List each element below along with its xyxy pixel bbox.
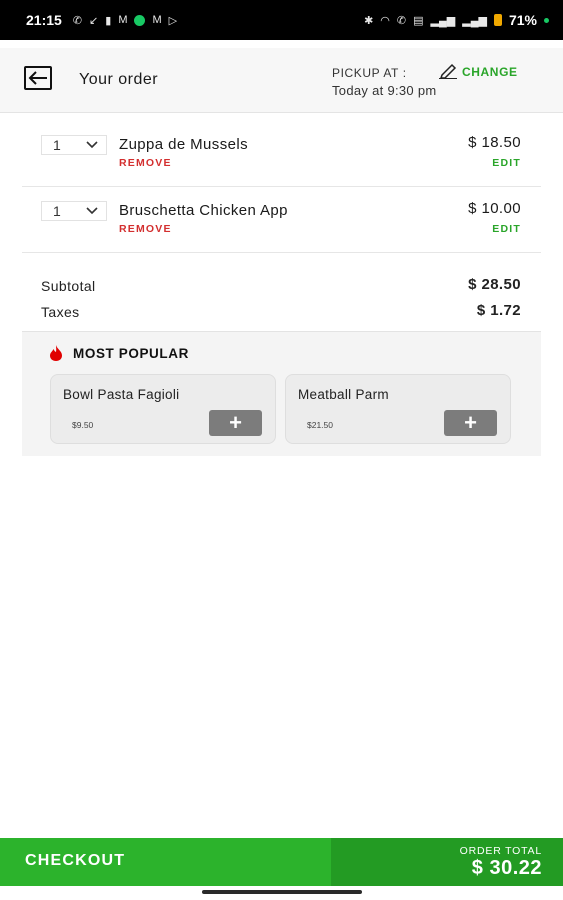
most-popular-header: MOST POPULAR xyxy=(48,344,189,362)
mail-icon: M xyxy=(152,14,162,26)
taxes-value: $ 1.72 xyxy=(476,302,521,319)
most-popular-title: MOST POPULAR xyxy=(73,345,189,361)
edit-button[interactable]: EDIT xyxy=(492,223,521,235)
order-item: 1 Zuppa de Mussels REMOVE $ 18.50 EDIT xyxy=(22,121,541,187)
item-price: $ 18.50 xyxy=(468,134,521,151)
signal-icon: ▂▄▆ xyxy=(462,14,487,27)
system-nav-bar xyxy=(0,886,563,900)
wifi-icon: ◠ xyxy=(380,14,390,27)
popular-item-name: Meatball Parm xyxy=(298,387,389,402)
plus-icon: + xyxy=(464,410,477,435)
popular-item-card[interactable]: Bowl Pasta Fagioli $9.50 + xyxy=(50,374,276,444)
quantity-value: 1 xyxy=(53,203,61,219)
order-total-value: $ 30.22 xyxy=(471,857,542,879)
pencil-icon xyxy=(439,63,457,79)
location-icon xyxy=(134,14,146,26)
order-total-panel: ORDER TOTAL $ 30.22 xyxy=(331,838,563,886)
popular-item-price: $21.50 xyxy=(307,420,333,430)
battery-icon xyxy=(493,14,502,26)
notification-icon: ▮ xyxy=(105,14,112,27)
battery-percent: 71% xyxy=(508,12,537,28)
call-icon: ✆ xyxy=(396,14,407,27)
remove-button[interactable]: REMOVE xyxy=(119,223,172,235)
status-bar: 21:15 ✆ ↙ ▮ M M ▷ ✱ ◠ ✆ ▤ ▂▄▆ ▂▄▆ 71% xyxy=(0,0,563,40)
chevron-down-icon xyxy=(86,141,98,149)
page-title: Your order xyxy=(79,71,159,88)
missed-call-icon: ↙ xyxy=(89,14,99,27)
subtotal-value: $ 28.50 xyxy=(468,276,521,293)
signal-icon: ▂▄▆ xyxy=(430,14,456,27)
quantity-select[interactable]: 1 xyxy=(41,135,107,155)
change-label: CHANGE xyxy=(462,65,518,79)
back-button[interactable] xyxy=(24,66,52,90)
plus-icon: + xyxy=(229,410,242,435)
edit-button[interactable]: EDIT xyxy=(492,157,521,169)
status-time: 21:15 xyxy=(26,12,62,28)
order-total-label: ORDER TOTAL xyxy=(459,845,542,857)
change-pickup-button[interactable]: CHANGE xyxy=(438,62,518,79)
pickup-label: PICKUP AT : xyxy=(332,66,407,80)
popular-item-name: Bowl Pasta Fagioli xyxy=(63,387,180,402)
privacy-dot-icon xyxy=(544,17,549,23)
pickup-time: Today at 9:30 pm xyxy=(332,83,437,98)
add-item-button[interactable]: + xyxy=(209,410,262,436)
item-name: Bruschetta Chicken App xyxy=(119,202,288,219)
play-icon: ▷ xyxy=(168,14,178,27)
popular-item-price: $9.50 xyxy=(72,420,94,430)
volte-icon: ▤ xyxy=(413,14,424,27)
quantity-select[interactable]: 1 xyxy=(41,201,107,221)
home-gesture-handle[interactable] xyxy=(202,890,362,894)
popular-item-card[interactable]: Meatball Parm $21.50 + xyxy=(285,374,511,444)
status-bar-right: ✱ ◠ ✆ ▤ ▂▄▆ ▂▄▆ 71% xyxy=(364,12,549,28)
taxes-label: Taxes xyxy=(41,304,80,320)
remove-button[interactable]: REMOVE xyxy=(119,157,172,169)
mail-icon: M xyxy=(118,14,128,26)
chevron-down-icon xyxy=(86,207,98,215)
bluetooth-icon: ✱ xyxy=(364,14,374,27)
checkout-button[interactable]: CHECKOUT xyxy=(25,852,125,870)
item-name: Zuppa de Mussels xyxy=(119,136,248,153)
item-price: $ 10.00 xyxy=(468,200,521,217)
quantity-value: 1 xyxy=(53,137,61,153)
most-popular-section: MOST POPULAR Bowl Pasta Fagioli $9.50 + … xyxy=(22,331,541,456)
checkout-bar: CHECKOUT ORDER TOTAL $ 30.22 xyxy=(0,838,563,886)
add-item-button[interactable]: + xyxy=(444,410,497,436)
order-item: 1 Bruschetta Chicken App REMOVE $ 10.00 … xyxy=(22,187,541,253)
flame-icon xyxy=(50,345,62,361)
back-arrow-icon xyxy=(28,71,47,85)
order-header: Your order PICKUP AT : CHANGE Today at 9… xyxy=(0,48,563,113)
phone-icon: ✆ xyxy=(72,14,83,27)
status-bar-left: 21:15 ✆ ↙ ▮ M M ▷ xyxy=(26,12,177,28)
subtotal-label: Subtotal xyxy=(41,278,96,294)
